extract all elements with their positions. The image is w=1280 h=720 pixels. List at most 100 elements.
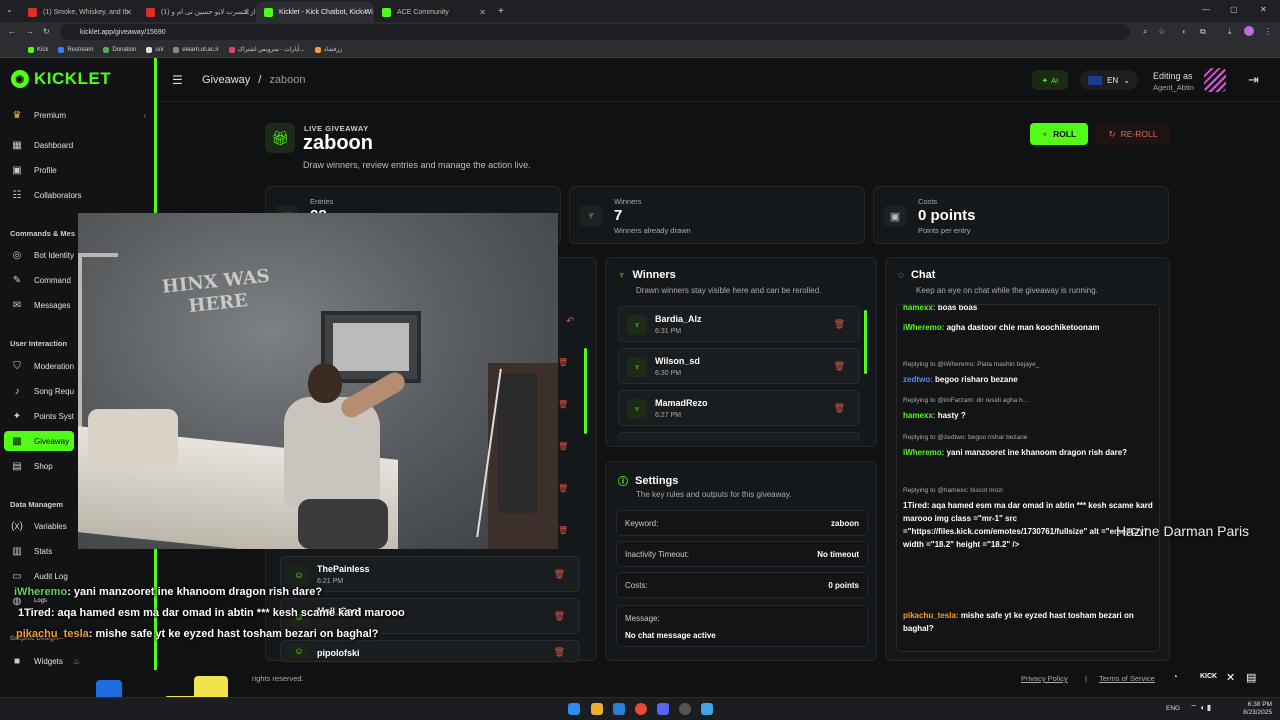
scrollbar[interactable] <box>584 348 587 434</box>
trophy-icon: ♆ <box>1041 129 1049 139</box>
close-icon[interactable]: ✕ <box>479 8 486 17</box>
search-icon[interactable]: ⌕ <box>1143 27 1147 37</box>
app-icon[interactable] <box>701 703 713 715</box>
roll-button[interactable]: ♆ ROLL <box>1030 123 1088 145</box>
x-icon[interactable]: ✕ <box>1226 671 1235 684</box>
discord-icon[interactable]: ◔ <box>1172 672 1178 683</box>
delete-icon[interactable]: 🗑︎ <box>554 611 565 622</box>
sidebar-item-collaborators[interactable]: ☷ Collaborators <box>10 185 146 205</box>
sidebar-toggle-icon[interactable]: ☰ <box>172 73 183 87</box>
reload-icon[interactable]: ↻ <box>43 27 50 36</box>
forward-icon[interactable]: → <box>26 27 34 36</box>
reroll-button[interactable]: ↻ RE-ROLL <box>1096 123 1170 145</box>
delete-icon[interactable]: 🗑︎ <box>558 400 568 409</box>
chat-message: iWheremo: agha dastoor chie man koochike… <box>903 323 1100 332</box>
close-icon[interactable]: ✕ <box>125 8 132 17</box>
delete-icon[interactable]: 🗑︎ <box>558 484 568 493</box>
downloads-icon[interactable]: ⤓ <box>1228 27 1232 37</box>
chat-message: hamexx: hasty ? <box>903 411 966 420</box>
star-icon[interactable]: ☆ <box>1158 27 1165 36</box>
minimize-icon[interactable]: — <box>1202 5 1210 14</box>
winner-row: ♆ Bardia_Alz 6:31 PM 🗑︎ <box>618 306 860 342</box>
delete-icon[interactable]: 🗑︎ <box>554 647 565 658</box>
chat-log[interactable]: hamexx: boas boas iWheremo: agha dastoor… <box>896 304 1160 652</box>
kick-link[interactable]: KICK <box>1200 673 1217 680</box>
close-icon[interactable]: ✕ <box>243 8 250 17</box>
brand-logo[interactable]: ◉ KICKLET <box>11 69 111 89</box>
file-explorer-icon[interactable] <box>591 703 603 715</box>
breadcrumb-root[interactable]: Giveaway <box>202 74 250 86</box>
browser-tab-active[interactable]: Kicklet - Kick Chatbot, Kick Wi ✕ <box>256 2 374 22</box>
bookmark[interactable]: Restream <box>58 46 93 53</box>
url-input[interactable]: kicklet.app/giveaway/15690 <box>60 24 1130 40</box>
delete-icon[interactable]: 🗑︎ <box>558 442 568 451</box>
close-icon[interactable]: ✕ <box>361 8 368 17</box>
back-icon[interactable]: ← <box>8 27 16 36</box>
webcam-person <box>278 363 409 549</box>
sidebar-item-widgets[interactable]: ■ Widgets ♨ <box>10 651 146 671</box>
fire-icon: ♨ <box>72 656 81 666</box>
browser-tab[interactable]: (1) از کنسرت لایو حسین تی ام و ✕ <box>138 2 256 22</box>
bookmark[interactable]: ژرفشاد <box>314 46 342 53</box>
clock[interactable]: 6:38 PM 8/23/2025 <box>1243 701 1272 717</box>
window-close-icon[interactable]: ✕ <box>1260 5 1267 14</box>
obs-icon[interactable] <box>679 703 691 715</box>
sidebar-item-giveaway[interactable]: ▩ Giveaway <box>4 431 74 451</box>
overlay-chat-line: pikachu_tesla: mishe safe yt ke eyzed ha… <box>16 628 379 640</box>
extension-icon[interactable]: ◐ <box>1182 27 1187 36</box>
sidebar-item-dashboard[interactable]: ▦ Dashboard <box>10 135 146 155</box>
logout-icon[interactable]: ⇥ <box>1248 72 1259 88</box>
bookmark[interactable]: elearn.ut.ac.ir <box>173 46 219 53</box>
puzzle-icon[interactable]: ⧉ <box>1200 27 1206 37</box>
chat-message: iWheremo: yani manzooret ine khanoom dra… <box>903 448 1128 457</box>
document-icon[interactable]: ▤ <box>1246 671 1256 684</box>
delete-icon[interactable]: 🗑︎ <box>558 526 568 535</box>
language-select[interactable]: EN ⌄ <box>1080 70 1138 90</box>
fingerprint-icon: ◎ <box>12 249 22 261</box>
terms-link[interactable]: Terms of Service <box>1099 674 1155 683</box>
delete-icon[interactable]: 🗑︎ <box>834 403 845 414</box>
crown-icon: ♛ <box>12 109 22 121</box>
undo-icon[interactable]: ↶ <box>566 316 574 327</box>
bookmark[interactable]: Kick <box>28 46 48 53</box>
scrollbar[interactable] <box>864 310 867 374</box>
profile-icon: ▣ <box>12 164 22 176</box>
browser-tab[interactable]: (1) Smoke, Whiskey, and th ✕ <box>20 2 138 22</box>
discord-icon[interactable] <box>657 703 669 715</box>
maximize-icon[interactable]: ▢ <box>1230 5 1238 14</box>
delete-icon[interactable]: 🗑︎ <box>554 569 565 580</box>
app-icon[interactable] <box>613 703 625 715</box>
delete-icon[interactable]: 🗑︎ <box>834 361 845 372</box>
sidebar-item-premium[interactable]: ♛ Premium › <box>10 105 146 125</box>
menu-icon[interactable]: ⋮ <box>1264 27 1272 36</box>
system-tray-icons[interactable]: ⌔ ◖ ▮ <box>1190 703 1211 713</box>
chrome-icon[interactable] <box>635 703 647 715</box>
keyboard-lang[interactable]: ENG <box>1166 705 1180 712</box>
overlay-caption: Hazine Darman Paris <box>1116 523 1250 539</box>
dashboard-icon: ▦ <box>12 139 22 151</box>
user-avatar[interactable] <box>1204 68 1226 92</box>
youtube-icon <box>28 7 37 17</box>
winner-row-partial <box>618 432 860 442</box>
delete-icon[interactable]: 🗑︎ <box>558 358 568 367</box>
editing-as: Editing as Agent_Abtin <box>1153 71 1194 92</box>
setting-message: Message: No chat message active <box>616 605 868 647</box>
kicklet-icon <box>264 7 273 17</box>
privacy-link[interactable]: Privacy Policy <box>1021 674 1068 683</box>
tab-search-icon[interactable]: ⌄ <box>6 5 13 14</box>
bookmark[interactable]: uni <box>146 46 163 53</box>
delete-icon[interactable]: 🗑︎ <box>834 319 845 330</box>
wrench-icon: ✎ <box>12 274 22 286</box>
webcam-overlay: HINX WAS HERE <box>78 213 558 549</box>
sidebar-item-profile[interactable]: ▣ Profile <box>10 160 146 180</box>
bookmark[interactable]: آپارات - سرویس اشتراک... <box>228 46 305 53</box>
browser-tab[interactable]: ACE Community ✕ <box>374 2 492 22</box>
sidebar-item-audit-log[interactable]: ▭ Audit Log <box>10 566 146 586</box>
chevron-down-icon: ⌄ <box>1123 75 1130 85</box>
ai-button[interactable]: ✦ AI <box>1032 70 1068 90</box>
new-tab-icon[interactable]: + <box>498 6 504 17</box>
video-icon: ■ <box>13 655 21 667</box>
profile-avatar[interactable] <box>1244 26 1254 36</box>
windows-start-icon[interactable] <box>568 703 580 715</box>
bookmark[interactable]: Donation <box>103 46 136 53</box>
